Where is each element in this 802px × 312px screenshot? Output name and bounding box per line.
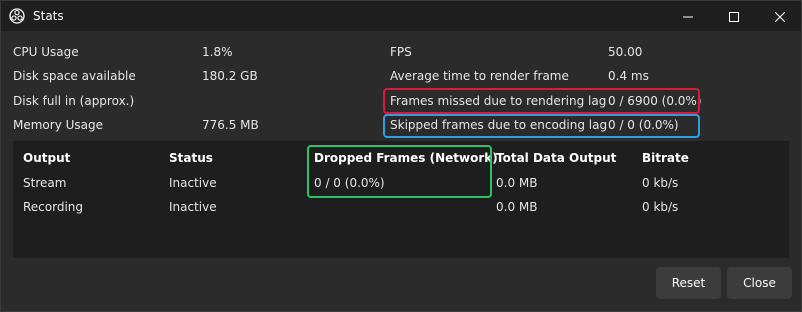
title-bar[interactable]: Stats bbox=[1, 1, 801, 31]
dropped-frames-highlight bbox=[307, 145, 492, 198]
row-recording-status: Inactive bbox=[169, 200, 217, 214]
close-window-button[interactable] bbox=[757, 1, 802, 31]
row-recording-total: 0.0 MB bbox=[496, 200, 538, 214]
disk-full-label: Disk full in (approx.) bbox=[13, 94, 135, 108]
reset-button[interactable]: Reset bbox=[656, 267, 721, 299]
cpu-usage-value: 1.8% bbox=[202, 45, 233, 59]
window-title: Stats bbox=[33, 9, 64, 23]
header-total-data-output: Total Data Output bbox=[496, 151, 617, 165]
minimize-button[interactable] bbox=[665, 1, 711, 31]
fps-value: 50.00 bbox=[608, 45, 643, 59]
skipped-frames-highlight bbox=[383, 114, 700, 138]
stats-window: Stats CPU Usage 1.8% Disk space availabl… bbox=[0, 0, 802, 312]
render-time-value: 0.4 ms bbox=[608, 69, 649, 83]
minimize-icon bbox=[683, 7, 693, 26]
disk-space-label: Disk space available bbox=[13, 69, 136, 83]
obs-icon bbox=[9, 8, 25, 24]
row-stream-status: Inactive bbox=[169, 176, 217, 190]
cpu-usage-label: CPU Usage bbox=[13, 45, 79, 59]
frames-missed-highlight bbox=[383, 88, 700, 114]
maximize-button[interactable] bbox=[711, 1, 757, 31]
row-recording-bitrate: 0 kb/s bbox=[642, 200, 679, 214]
row-stream-bitrate: 0 kb/s bbox=[642, 176, 679, 190]
row-stream-total: 0.0 MB bbox=[496, 176, 538, 190]
header-output: Output bbox=[23, 151, 71, 165]
memory-usage-label: Memory Usage bbox=[13, 118, 104, 132]
row-stream-output: Stream bbox=[23, 176, 67, 190]
row-recording-output: Recording bbox=[23, 200, 84, 214]
header-bitrate: Bitrate bbox=[642, 151, 689, 165]
close-icon bbox=[774, 7, 786, 26]
disk-space-value: 180.2 GB bbox=[202, 69, 258, 83]
maximize-icon bbox=[729, 7, 739, 26]
fps-label: FPS bbox=[390, 45, 412, 59]
render-time-label: Average time to render frame bbox=[390, 69, 569, 83]
memory-usage-value: 776.5 MB bbox=[202, 118, 259, 132]
close-button[interactable]: Close bbox=[727, 267, 792, 299]
header-status: Status bbox=[169, 151, 213, 165]
